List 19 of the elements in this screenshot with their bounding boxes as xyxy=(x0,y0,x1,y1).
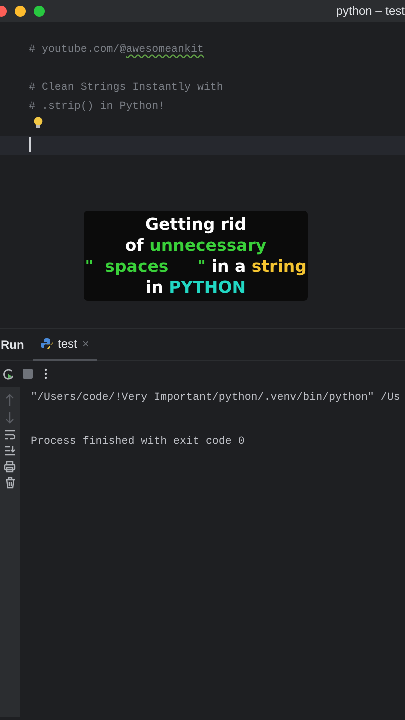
caption-overlay: Getting rid of unnecessary " spaces " in a string in PYTHON xyxy=(84,211,308,301)
panel-title: Run xyxy=(0,336,26,354)
trash-icon[interactable] xyxy=(4,477,16,489)
code-comment: # youtube.com/@awesomeankit xyxy=(29,44,204,56)
rerun-icon[interactable] xyxy=(2,368,15,380)
python-icon xyxy=(41,338,53,350)
wrap-icon[interactable] xyxy=(4,429,16,441)
console-line: Process finished with exit code 0 xyxy=(31,436,245,448)
print-icon[interactable] xyxy=(4,461,16,473)
code-comment: # Clean Strings Instantly with xyxy=(29,82,224,94)
lightbulb-icon xyxy=(34,117,43,129)
code-comment: # .strip() in Python! xyxy=(29,101,166,113)
console-line: "/Users/code/!Very Important/python/.venv/bin/python" /Us xyxy=(31,392,400,404)
zoom-button[interactable] xyxy=(34,6,45,16)
text-cursor xyxy=(29,136,31,152)
scroll-end-icon[interactable] xyxy=(4,445,16,457)
window-title: python – test xyxy=(336,3,405,20)
minimize-button[interactable] xyxy=(15,6,26,16)
run-tab[interactable]: test × xyxy=(33,328,98,360)
